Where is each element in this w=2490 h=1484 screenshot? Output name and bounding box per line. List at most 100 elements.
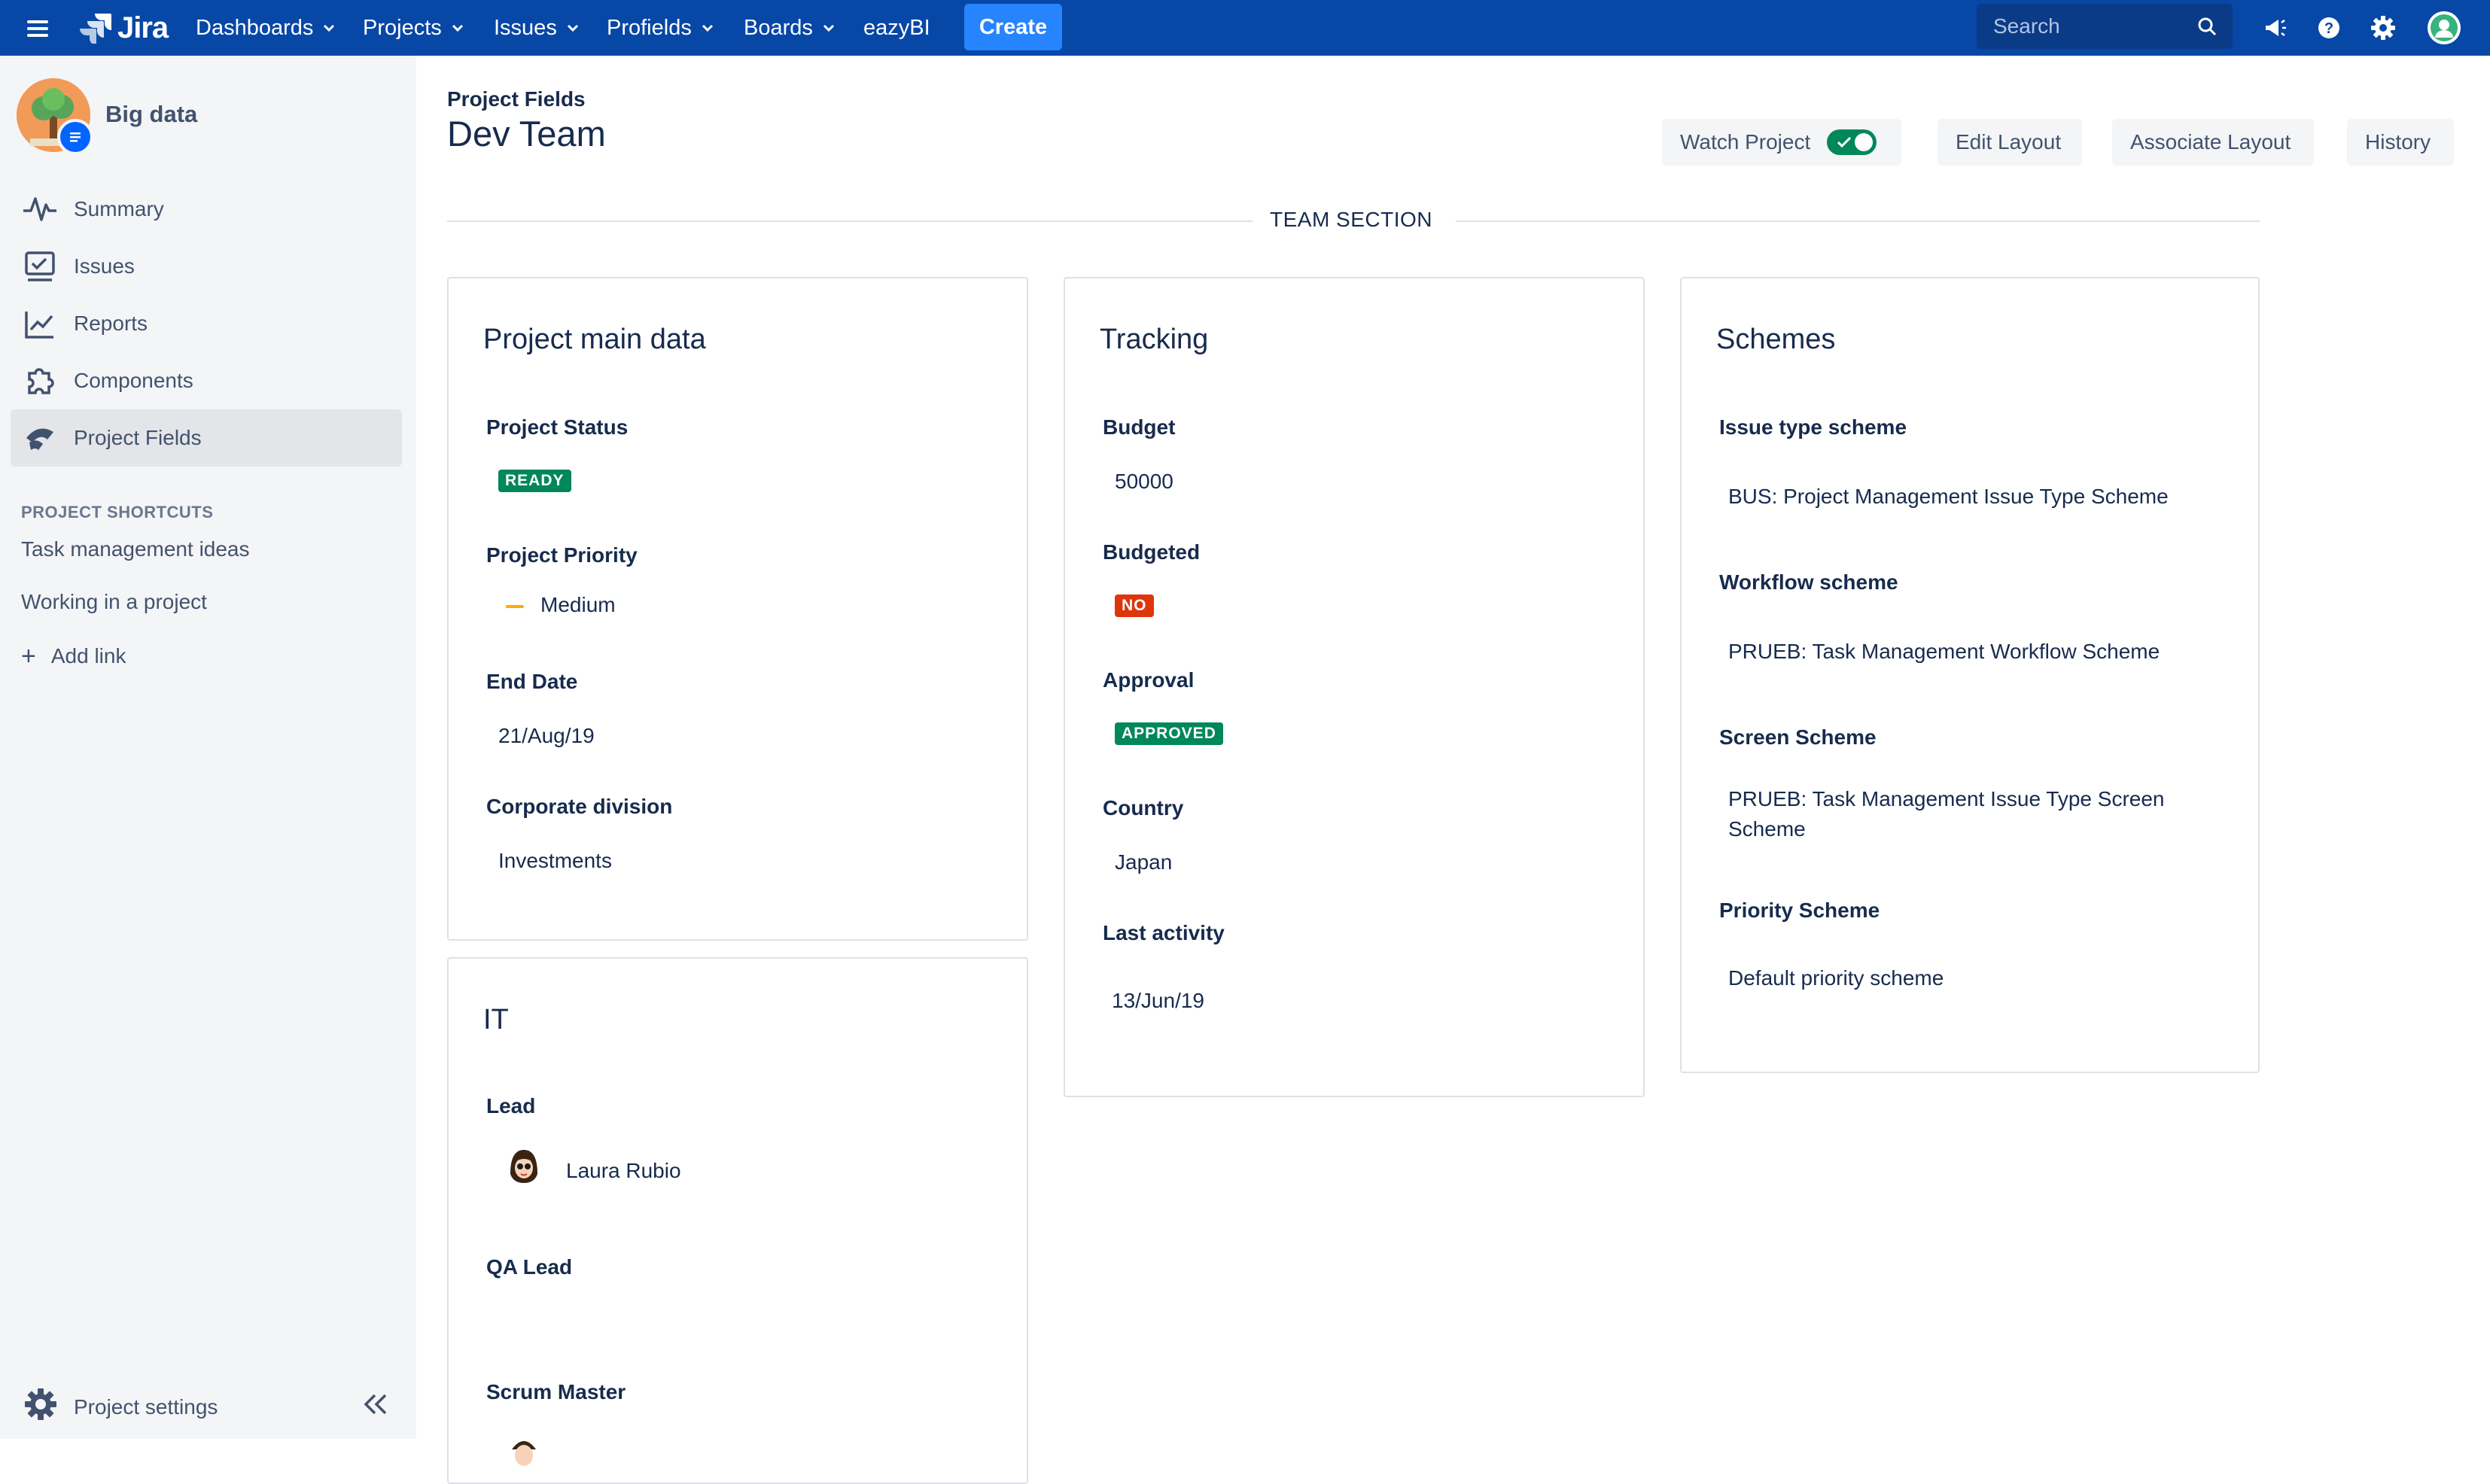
search-icon — [2198, 17, 2217, 36]
notifications-icon[interactable] — [2260, 13, 2290, 43]
sidebar-item-components[interactable]: Components — [11, 352, 402, 409]
nav-boards-label: Boards — [744, 15, 813, 40]
edit-layout-button[interactable]: Edit Layout — [1938, 119, 2082, 166]
avatar[interactable] — [501, 1144, 546, 1189]
nav-issues-label: Issues — [494, 15, 557, 40]
issue-type-scheme-value[interactable]: BUS: Project Management Issue Type Schem… — [1728, 482, 2169, 512]
chevron-down-icon — [324, 24, 335, 32]
nav-eazybi[interactable]: eazyBI — [863, 0, 930, 56]
nav-boards[interactable]: Boards — [744, 0, 836, 56]
chevron-down-icon — [452, 24, 463, 32]
approval-lozenge[interactable]: APPROVED — [1115, 722, 1223, 745]
project-avatar[interactable] — [17, 78, 93, 155]
field-label: Corporate division — [486, 795, 673, 818]
sidebar-item-issues[interactable]: Issues — [11, 238, 402, 295]
user-avatar-icon — [501, 1144, 546, 1189]
gear-icon — [24, 1388, 57, 1426]
project-fields-icon — [21, 419, 59, 457]
field-label: Project Status — [486, 415, 629, 439]
issues-icon — [21, 248, 59, 285]
card-title: IT — [483, 1004, 509, 1035]
associate-layout-button[interactable]: Associate Layout — [2112, 119, 2314, 166]
help-icon[interactable]: ? — [2314, 13, 2344, 43]
jira-logo-icon — [80, 14, 111, 44]
svg-text:?: ? — [2324, 20, 2333, 37]
nav-dashboards[interactable]: Dashboards — [196, 0, 336, 56]
check-icon — [1837, 136, 1852, 148]
menu-icon[interactable] — [27, 17, 48, 39]
project-type-badge-icon — [57, 119, 93, 155]
field-label: Scrum Master — [486, 1380, 626, 1403]
country-value[interactable]: Japan — [1115, 847, 1172, 877]
search-input[interactable] — [1992, 14, 2190, 39]
priority-medium-icon — [506, 605, 524, 608]
create-button[interactable]: Create — [964, 4, 1062, 50]
tracking-card: Tracking Budget 50000 Budgeted NO Approv… — [1064, 277, 1645, 1097]
nav-projects[interactable]: Projects — [363, 0, 464, 56]
last-activity-value[interactable]: 13/Jun/19 — [1112, 986, 1204, 1016]
card-title: Project main data — [483, 324, 706, 355]
lead-value[interactable]: Laura Rubio — [566, 1156, 681, 1186]
status-lozenge[interactable]: READY — [498, 470, 571, 492]
field-label: Issue type scheme — [1719, 415, 1907, 439]
chevron-down-icon — [702, 24, 713, 32]
project-settings-label: Project settings — [74, 1394, 218, 1419]
jira-logo[interactable]: Jira — [80, 11, 169, 45]
field-label: Last activity — [1103, 921, 1225, 944]
section-title: TEAM SECTION — [1269, 208, 1432, 231]
sidebar-item-summary[interactable]: Summary — [11, 181, 402, 238]
top-navigation-bar: Jira Dashboards Projects Issues Profield… — [0, 0, 2490, 56]
schemes-card: Schemes Issue type scheme BUS: Project M… — [1680, 277, 2260, 1073]
chevron-down-icon — [567, 24, 578, 32]
nav-profields-label: Profields — [607, 15, 692, 40]
section-divider-left — [447, 220, 1253, 222]
field-label: Priority Scheme — [1719, 899, 1880, 922]
avatar[interactable] — [501, 1430, 546, 1475]
nav-eazybi-label: eazyBI — [863, 15, 930, 40]
budget-value[interactable]: 50000 — [1115, 467, 1173, 497]
project-name[interactable]: Big data — [105, 101, 197, 128]
toggle-knob — [1855, 133, 1874, 151]
nav-issues[interactable]: Issues — [494, 0, 580, 56]
sidebar-item-project-fields[interactable]: Project Fields — [11, 409, 402, 467]
field-label: Workflow scheme — [1719, 570, 1898, 594]
shortcut-link[interactable]: Task management ideas — [21, 537, 250, 561]
screen-scheme-value[interactable]: PRUEB: Task Management Issue Type Screen… — [1728, 784, 2195, 844]
field-label: Screen Scheme — [1719, 725, 1877, 749]
field-label: Budgeted — [1103, 540, 1201, 564]
settings-gear-icon[interactable] — [2368, 13, 2398, 43]
field-label: End Date — [486, 670, 578, 693]
card-title: Tracking — [1100, 324, 1209, 355]
section-divider-right — [1456, 220, 2260, 222]
add-link-button[interactable]: + Add link — [21, 643, 126, 669]
budgeted-lozenge[interactable]: NO — [1115, 595, 1154, 617]
search-box[interactable] — [1977, 4, 2233, 49]
project-settings-link[interactable]: Project settings — [24, 1388, 218, 1426]
shortcuts-heading: PROJECT SHORTCUTS — [21, 503, 214, 522]
sidebar-item-label: Components — [74, 369, 193, 392]
user-avatar-icon[interactable] — [2427, 11, 2461, 45]
watch-project-label: Watch Project — [1680, 130, 1811, 154]
nav-profields[interactable]: Profields — [607, 0, 714, 56]
page-title: Dev Team — [447, 114, 606, 154]
field-label: QA Lead — [486, 1255, 573, 1279]
division-value[interactable]: Investments — [498, 846, 612, 876]
sidebar-item-label: Reports — [74, 312, 148, 335]
project-main-data-card: Project main data Project Status READY P… — [447, 277, 1028, 941]
components-icon — [21, 362, 59, 400]
priority-scheme-value[interactable]: Default priority scheme — [1728, 963, 1944, 993]
end-date-value[interactable]: 21/Aug/19 — [498, 721, 595, 751]
card-title: Schemes — [1716, 324, 1836, 355]
history-button[interactable]: History — [2347, 119, 2454, 166]
workflow-scheme-value[interactable]: PRUEB: Task Management Workflow Scheme — [1728, 637, 2160, 667]
breadcrumb[interactable]: Project Fields — [447, 87, 586, 111]
collapse-sidebar-icon[interactable] — [358, 1389, 391, 1419]
watch-toggle[interactable] — [1827, 129, 1877, 155]
sidebar-item-reports[interactable]: Reports — [11, 295, 402, 352]
priority-value[interactable]: Medium — [540, 590, 616, 620]
add-link-label: Add link — [50, 644, 126, 667]
shortcut-link[interactable]: Working in a project — [21, 590, 207, 614]
reports-icon — [21, 305, 59, 342]
watch-project-button[interactable]: Watch Project — [1662, 119, 1901, 166]
activity-icon — [21, 190, 59, 228]
